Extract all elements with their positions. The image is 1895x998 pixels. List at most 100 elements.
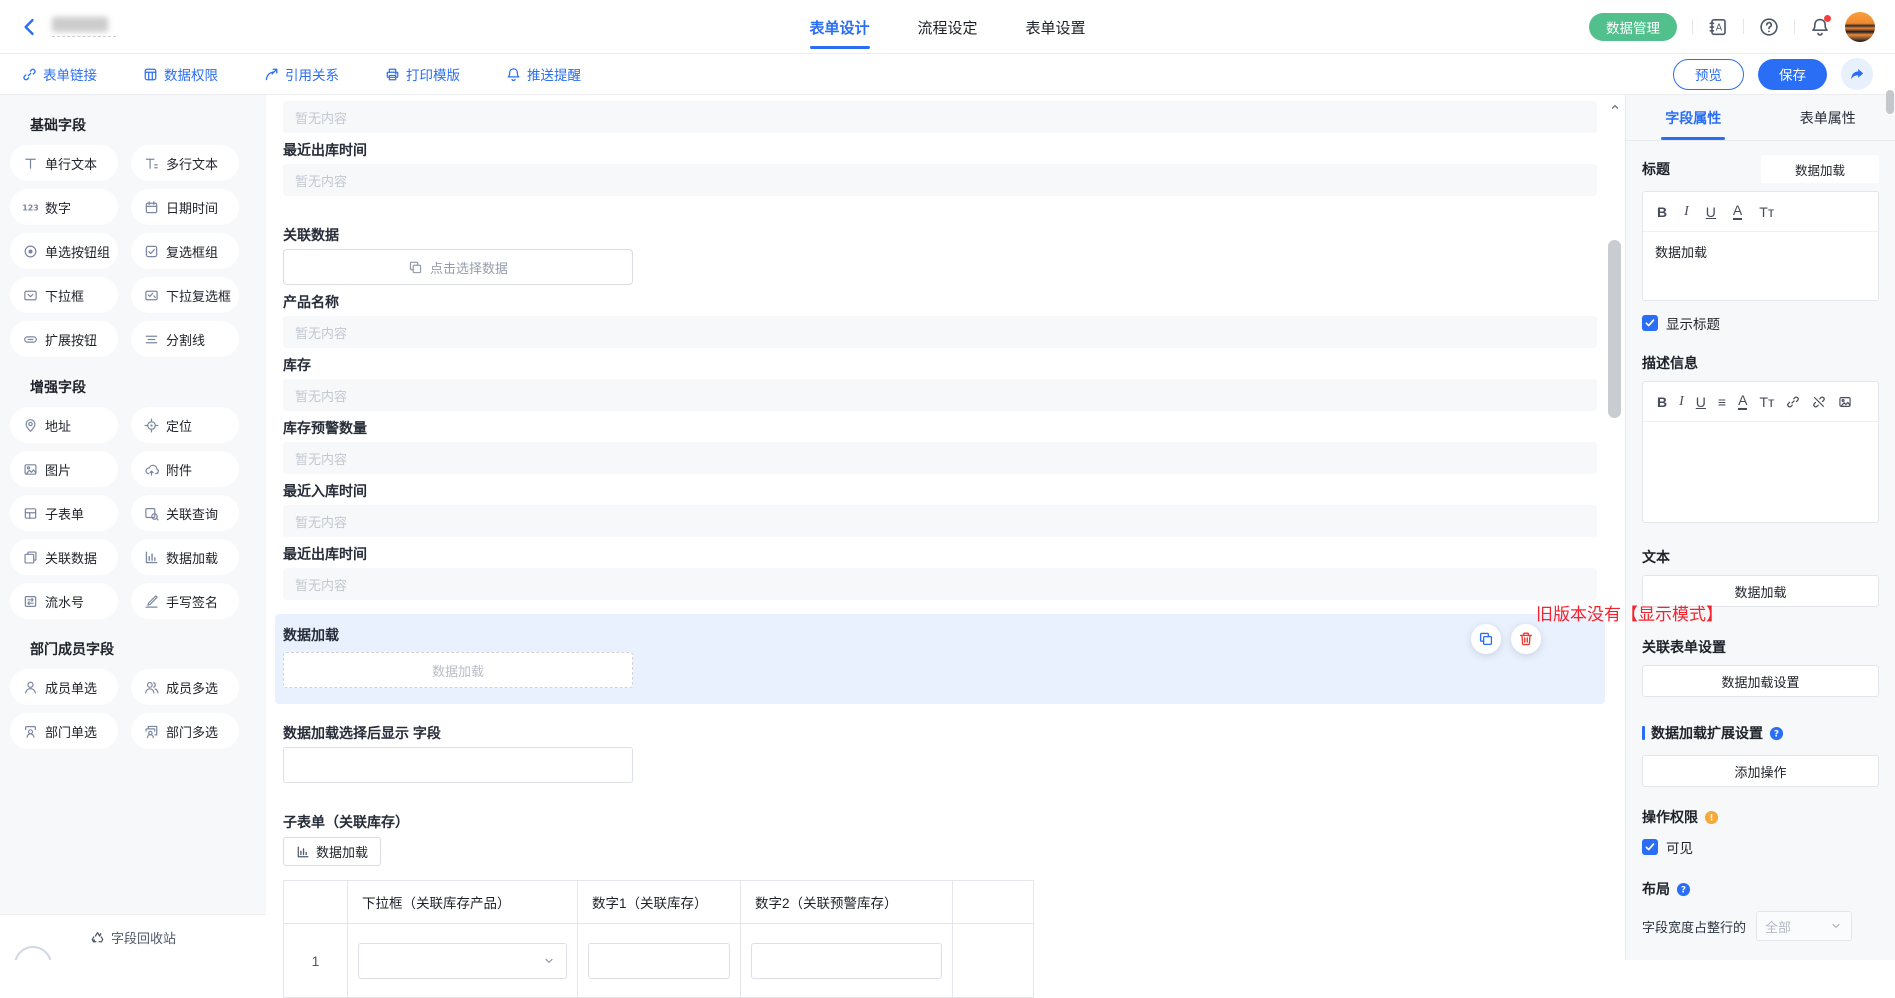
bold-icon[interactable]: B	[1657, 205, 1667, 219]
add-operation-button[interactable]: 添加操作	[1642, 755, 1879, 787]
question-icon[interactable]: ?	[1769, 726, 1784, 741]
desc-editor-content[interactable]	[1643, 422, 1878, 522]
bold-icon[interactable]: B	[1657, 395, 1667, 409]
visible-checkbox[interactable]: 可见	[1642, 837, 1879, 857]
display-after-select-input[interactable]	[283, 747, 633, 783]
link-icon[interactable]	[1786, 395, 1800, 409]
preview-button[interactable]: 预览	[1673, 59, 1744, 90]
sidebar-item-member-multi[interactable]: 成员多选	[131, 669, 239, 705]
sidebar-item-select[interactable]: 下拉框	[10, 277, 118, 313]
address-icon	[23, 418, 38, 433]
toolbar-link-print-template[interactable]: 打印模版	[385, 64, 460, 84]
sidebar-item-divider[interactable]: 分割线	[131, 321, 239, 357]
tab-flow-setting[interactable]: 流程设定	[917, 0, 977, 54]
row-select-product[interactable]	[358, 943, 567, 979]
permission-section-label: 操作权限	[1642, 807, 1698, 827]
selected-field-data-load[interactable]: 数据加载 数据加载 旧版本没有【显示模式】	[275, 614, 1605, 704]
toolbar-link-reference[interactable]: 引用关系	[264, 64, 339, 84]
sidebar-item-attachment[interactable]: 附件	[131, 451, 239, 487]
field-label-recent-inbound: 最近入库时间	[283, 482, 1597, 500]
field-input-placeholder[interactable]: 暂无内容	[283, 164, 1597, 196]
question-icon[interactable]: ?	[1676, 882, 1691, 897]
italic-icon[interactable]: I	[1679, 395, 1684, 409]
stack-icon	[408, 260, 423, 275]
notifications-button[interactable]	[1810, 17, 1830, 37]
row-number1-input[interactable]	[588, 943, 730, 979]
unlink-icon[interactable]	[1812, 395, 1826, 409]
canvas-scrollbar[interactable]	[1605, 95, 1625, 960]
sidebar-item-datetime[interactable]: 日期时间	[131, 189, 239, 225]
save-button[interactable]: 保存	[1758, 59, 1827, 90]
underline-icon[interactable]: U	[1706, 205, 1716, 219]
field-input-placeholder[interactable]: 暂无内容	[283, 316, 1597, 348]
copy-icon	[1478, 631, 1494, 647]
sidebar-item-data-load[interactable]: 数据加载	[131, 539, 239, 575]
toolbar-link-data-permission[interactable]: 数据权限	[143, 64, 218, 84]
field-title-input[interactable]: 数据加载	[1761, 155, 1879, 183]
sidebar-item-member-single[interactable]: 成员单选	[10, 669, 118, 705]
sidebar-item-image[interactable]: 图片	[10, 451, 118, 487]
field-input-placeholder[interactable]: 暂无内容	[283, 101, 1597, 133]
sidebar-item-dept-multi[interactable]: 部门多选	[131, 713, 239, 749]
data-manage-button[interactable]: 数据管理	[1589, 13, 1677, 41]
title-section-label: 标题	[1642, 159, 1670, 179]
select-data-label: 点击选择数据	[430, 258, 508, 277]
sidebar-item-single-line-text[interactable]: 单行文本	[10, 145, 118, 181]
avatar[interactable]	[1845, 12, 1875, 42]
tab-form-setting[interactable]: 表单设置	[1026, 0, 1086, 54]
back-button[interactable]	[20, 17, 40, 37]
tab-form-properties[interactable]: 表单属性	[1761, 95, 1895, 140]
page-scrollbar-thumb[interactable]	[1886, 90, 1894, 114]
sidebar-item-serial-number[interactable]: 流水号	[10, 583, 118, 619]
share-button[interactable]	[1841, 58, 1873, 90]
font-color-icon[interactable]: A	[1738, 393, 1747, 410]
insert-image-icon[interactable]	[1838, 395, 1852, 409]
scrollbar-thumb[interactable]	[1608, 240, 1621, 418]
address-book-icon[interactable]: A	[1708, 17, 1728, 37]
title-editor-content[interactable]: 数据加载	[1643, 232, 1878, 300]
font-size-icon[interactable]: Tт	[1759, 205, 1774, 219]
sidebar-item-linked-data[interactable]: 关联数据	[10, 539, 118, 575]
sidebar-item-subform[interactable]: 子表单	[10, 495, 118, 531]
subform-data-load-button[interactable]: 数据加载	[283, 837, 381, 866]
sidebar-item-linked-query[interactable]: 关联查询	[131, 495, 239, 531]
sidebar-item-address[interactable]: 地址	[10, 407, 118, 443]
font-size-icon[interactable]: Tт	[1759, 395, 1774, 409]
show-title-checkbox[interactable]: 显示标题	[1642, 313, 1879, 333]
field-label-display-after-select: 数据加载选择后显示 字段	[283, 724, 1597, 742]
sidebar-item-radio-group[interactable]: 单选按钮组	[10, 233, 118, 269]
sidebar-item-dept-single[interactable]: 部门单选	[10, 713, 118, 749]
field-width-select[interactable]: 全部	[1756, 911, 1852, 941]
align-icon[interactable]: ≡	[1718, 395, 1726, 409]
delete-field-button[interactable]	[1511, 624, 1541, 654]
field-input-placeholder[interactable]: 暂无内容	[283, 379, 1597, 411]
sidebar-item-location[interactable]: 定位	[131, 407, 239, 443]
field-input-placeholder[interactable]: 暂无内容	[283, 505, 1597, 537]
sidebar-item-expand-button[interactable]: 扩展按钮	[10, 321, 118, 357]
sidebar-item-signature[interactable]: 手写签名	[131, 583, 239, 619]
chevron-down-icon	[542, 954, 556, 968]
sidebar-item-multi-line-text[interactable]: 多行文本	[131, 145, 239, 181]
tab-form-design[interactable]: 表单设计	[809, 0, 869, 54]
toolbar-link-form-link[interactable]: 表单链接	[22, 64, 97, 84]
font-color-icon[interactable]: A	[1733, 203, 1742, 220]
data-permission-icon	[143, 67, 158, 82]
tab-field-properties[interactable]: 字段属性	[1626, 95, 1761, 140]
help-icon[interactable]	[1759, 17, 1779, 37]
toolbar-link-push-notice[interactable]: 推送提醒	[506, 64, 581, 84]
data-load-trigger-button[interactable]: 数据加载	[283, 652, 633, 688]
sidebar-item-checkbox-group[interactable]: 复选框组	[131, 233, 239, 269]
sidebar-item-multi-select[interactable]: 下拉复选框	[131, 277, 239, 313]
data-load-settings-button[interactable]: 数据加载设置	[1642, 665, 1879, 697]
row-number2-input[interactable]	[751, 943, 942, 979]
sidebar-item-label: 附件	[166, 460, 192, 479]
italic-icon[interactable]: I	[1684, 205, 1689, 219]
click-select-data-button[interactable]: 点击选择数据	[283, 249, 633, 285]
field-input-placeholder[interactable]: 暂无内容	[283, 442, 1597, 474]
scroll-up-icon[interactable]	[1609, 101, 1621, 113]
copy-field-button[interactable]	[1471, 624, 1501, 654]
underline-icon[interactable]: U	[1696, 395, 1706, 409]
sidebar-item-number[interactable]: 123数字	[10, 189, 118, 225]
field-input-placeholder[interactable]: 暂无内容	[283, 568, 1597, 600]
redacted-title-blob	[52, 17, 108, 32]
